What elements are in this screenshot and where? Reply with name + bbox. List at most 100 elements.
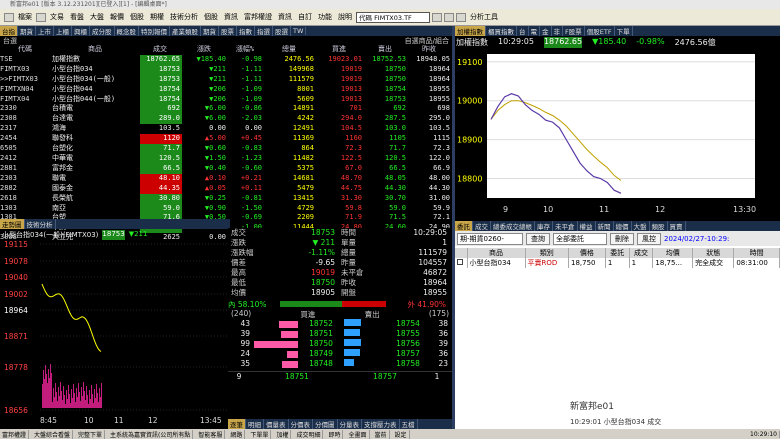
quote-row[interactable]: 2881 富邦金 66.5 ▼0.40 -0.60 5375 67.0 66.5 66.9 <box>0 163 452 174</box>
ask-price[interactable]: 18754 <box>390 319 426 329</box>
tab-order-5[interactable]: 權益 <box>578 221 596 231</box>
menu-stock[interactable]: 個股 <box>128 12 146 22</box>
tab-detail-4[interactable]: 分價圖 <box>313 419 338 429</box>
menu-stock2[interactable]: 個股 <box>202 12 220 22</box>
status-item[interactable]: 當前 <box>373 429 390 439</box>
bid-price[interactable]: 18750 <box>298 339 344 349</box>
risk-control-button[interactable]: 風控 <box>637 232 661 245</box>
column-header[interactable]: 總量 <box>264 45 316 55</box>
column-header[interactable]: 商品 <box>52 45 140 55</box>
tab-tech-1[interactable]: 技術分析 <box>25 219 56 229</box>
menu-warrant[interactable]: 富邦權證 <box>242 12 274 22</box>
order-type-select[interactable]: 全部委託 <box>553 232 607 245</box>
tab-order-2[interactable]: 總委成交總帳 <box>491 221 535 231</box>
bid-price[interactable]: 18749 <box>298 349 344 359</box>
tab-detail-3[interactable]: 分價表 <box>289 419 313 429</box>
toolbar-icon[interactable] <box>36 12 46 22</box>
tab-order-0[interactable]: 委託 <box>455 221 473 231</box>
tab-index-6[interactable]: F股票 <box>563 26 585 36</box>
status-item[interactable]: 加權 <box>274 429 292 439</box>
column-header[interactable]: 代碼 <box>0 45 52 55</box>
quote-row[interactable]: 2303 聯電 48.10 ▲0.10 +0.21 14681 48.70 48.05 48.0… <box>0 173 452 184</box>
tab-index-1[interactable]: 櫃買指數 <box>486 26 517 36</box>
order-column-header[interactable]: 類別 <box>525 248 569 258</box>
delete-button[interactable]: 刪除 <box>610 232 634 245</box>
menu-info2[interactable]: 資訊 <box>276 12 294 22</box>
quote-row[interactable]: FIMTX03 小型台指034 18753 ▼211 -1.11 149968 19019 1… <box>0 64 452 75</box>
status-item[interactable]: 下單單 <box>248 429 272 439</box>
quote-group-label[interactable]: 台選 <box>3 36 17 45</box>
tab-index-4[interactable]: 金 <box>540 26 552 36</box>
tab-order-8[interactable]: 大盤 <box>632 221 650 231</box>
quote-row[interactable]: 2454 聯發科 1120 ▲5.00 +0.45 11369 1160 1105 1115 <box>0 134 452 145</box>
status-item[interactable]: 智能客服 <box>196 429 226 439</box>
tab-order-6[interactable]: 新聞 <box>596 221 614 231</box>
status-item[interactable]: 主系統為嘉實資訊(公司所有點 <box>108 429 194 439</box>
menu-view[interactable]: 看盤 <box>68 12 86 22</box>
menu-info[interactable]: 資訊 <box>222 12 240 22</box>
menu-file[interactable]: 檔案 <box>16 12 34 22</box>
query-button[interactable]: 查詢 <box>526 232 550 245</box>
tab-order-9[interactable]: 類股 <box>650 221 668 231</box>
menu-market[interactable]: 大盤 <box>88 12 106 22</box>
column-header[interactable]: 成交 <box>140 45 182 55</box>
tab-detail-6[interactable]: 支撐壓力表 <box>362 419 400 429</box>
quote-row[interactable]: FIMTXN04 小型台指044 18754 ▼206 -1.09 8001 19013 18… <box>0 84 452 95</box>
tab-quote-5[interactable]: 成分股 <box>90 26 115 36</box>
status-item[interactable]: 即時 <box>326 429 344 439</box>
ask-price[interactable]: 18757 <box>390 349 426 359</box>
status-item[interactable]: 富邦權證 <box>0 429 30 439</box>
stock-code-input[interactable]: 代碼 FIMTX03.TF <box>356 11 430 23</box>
bid-price[interactable]: 18751 <box>298 329 344 339</box>
order-column-header[interactable]: 狀態 <box>692 248 735 258</box>
tab-quote-7[interactable]: 特別報價 <box>139 26 170 36</box>
ask-price[interactable]: 18756 <box>390 339 426 349</box>
menu-techanalysis[interactable]: 技術分析 <box>168 12 200 22</box>
status-item[interactable]: 網路 <box>228 429 246 439</box>
tab-index-5[interactable]: 非 <box>552 26 563 36</box>
quote-group-edit[interactable]: 自選商品/組合 <box>405 36 449 45</box>
column-header[interactable]: 昨收 <box>408 45 452 55</box>
tab-tech-0[interactable]: 走勢圖 <box>0 219 25 229</box>
menu-trade[interactable]: 文易 <box>48 12 66 22</box>
tab-index-3[interactable]: 電 <box>529 26 540 36</box>
ask-price[interactable]: 18758 <box>390 359 426 369</box>
quote-row[interactable]: 2330 台積電 692 ▼6.00 -0.86 14891 701 692 698 <box>0 104 452 115</box>
tab-index-0[interactable]: 加權指數 <box>455 26 486 36</box>
order-column-header[interactable]: 均價 <box>652 248 694 258</box>
order-column-header[interactable]: 價格 <box>568 248 606 258</box>
column-header[interactable]: 買進 <box>316 45 364 55</box>
tab-quote-14[interactable]: TW <box>291 27 307 35</box>
column-header[interactable]: 漲跌 <box>182 45 228 55</box>
quote-row[interactable]: >>FIMTX03 小型台指034(一般) 18753 ▼211 -1.11 111579… <box>0 74 452 85</box>
order-column-header[interactable]: 成交 <box>629 248 654 258</box>
menu-function[interactable]: 功能 <box>316 12 334 22</box>
quote-row[interactable]: 1303 南亞 59.0 ▼0.90 -1.50 4729 59.8 59.0 59.9 <box>0 203 452 214</box>
tab-detail-2[interactable]: 價量表 <box>264 419 289 429</box>
toolbar-icon[interactable] <box>432 12 442 22</box>
tab-order-10[interactable]: 買賣 <box>668 221 686 231</box>
tab-order-1[interactable]: 成交 <box>473 221 491 231</box>
tab-index-2[interactable]: 台 <box>517 26 529 36</box>
quote-row[interactable]: FIMTX04 小型台指044(一般) 18754 ▼206 -1.09 5609 1901… <box>0 94 452 105</box>
status-item[interactable]: 設定 <box>393 429 410 439</box>
order-column-header[interactable]: 時間 <box>733 248 780 258</box>
menu-help[interactable]: 說明 <box>336 12 354 22</box>
menu-custom[interactable]: 自訂 <box>296 12 314 22</box>
quote-row[interactable]: 2618 長榮航 30.80 ▼0.25 -0.81 13415 31.30 30.70 31.… <box>0 193 452 204</box>
tab-order-4[interactable]: 未平倉 <box>553 221 578 231</box>
bid-price[interactable]: 18748 <box>298 359 344 369</box>
tab-quote-4[interactable]: 興櫃 <box>72 26 90 36</box>
quote-row[interactable]: TSE 加權指數 18762.65 ▼185.40 -0.98 2476.56 19023.… <box>0 54 452 65</box>
tab-order-7[interactable]: 總價 <box>614 221 632 231</box>
tab-quote-8[interactable]: 產業類股 <box>170 26 201 36</box>
column-header[interactable]: 賣出 <box>364 45 408 55</box>
analysis-tool-menu[interactable]: 分析工具 <box>468 12 500 22</box>
status-item[interactable]: 大盤綜合看盤 <box>32 429 74 439</box>
order-column-header[interactable]: 商品 <box>467 248 526 258</box>
tab-order-3[interactable]: 庫存 <box>535 221 553 231</box>
tab-quote-0[interactable]: 台指 <box>0 26 18 36</box>
bid-price[interactable]: 18752 <box>298 319 344 329</box>
tab-quote-6[interactable]: 概念股 <box>115 26 139 36</box>
tab-quote-1[interactable]: 期貨 <box>18 26 36 36</box>
